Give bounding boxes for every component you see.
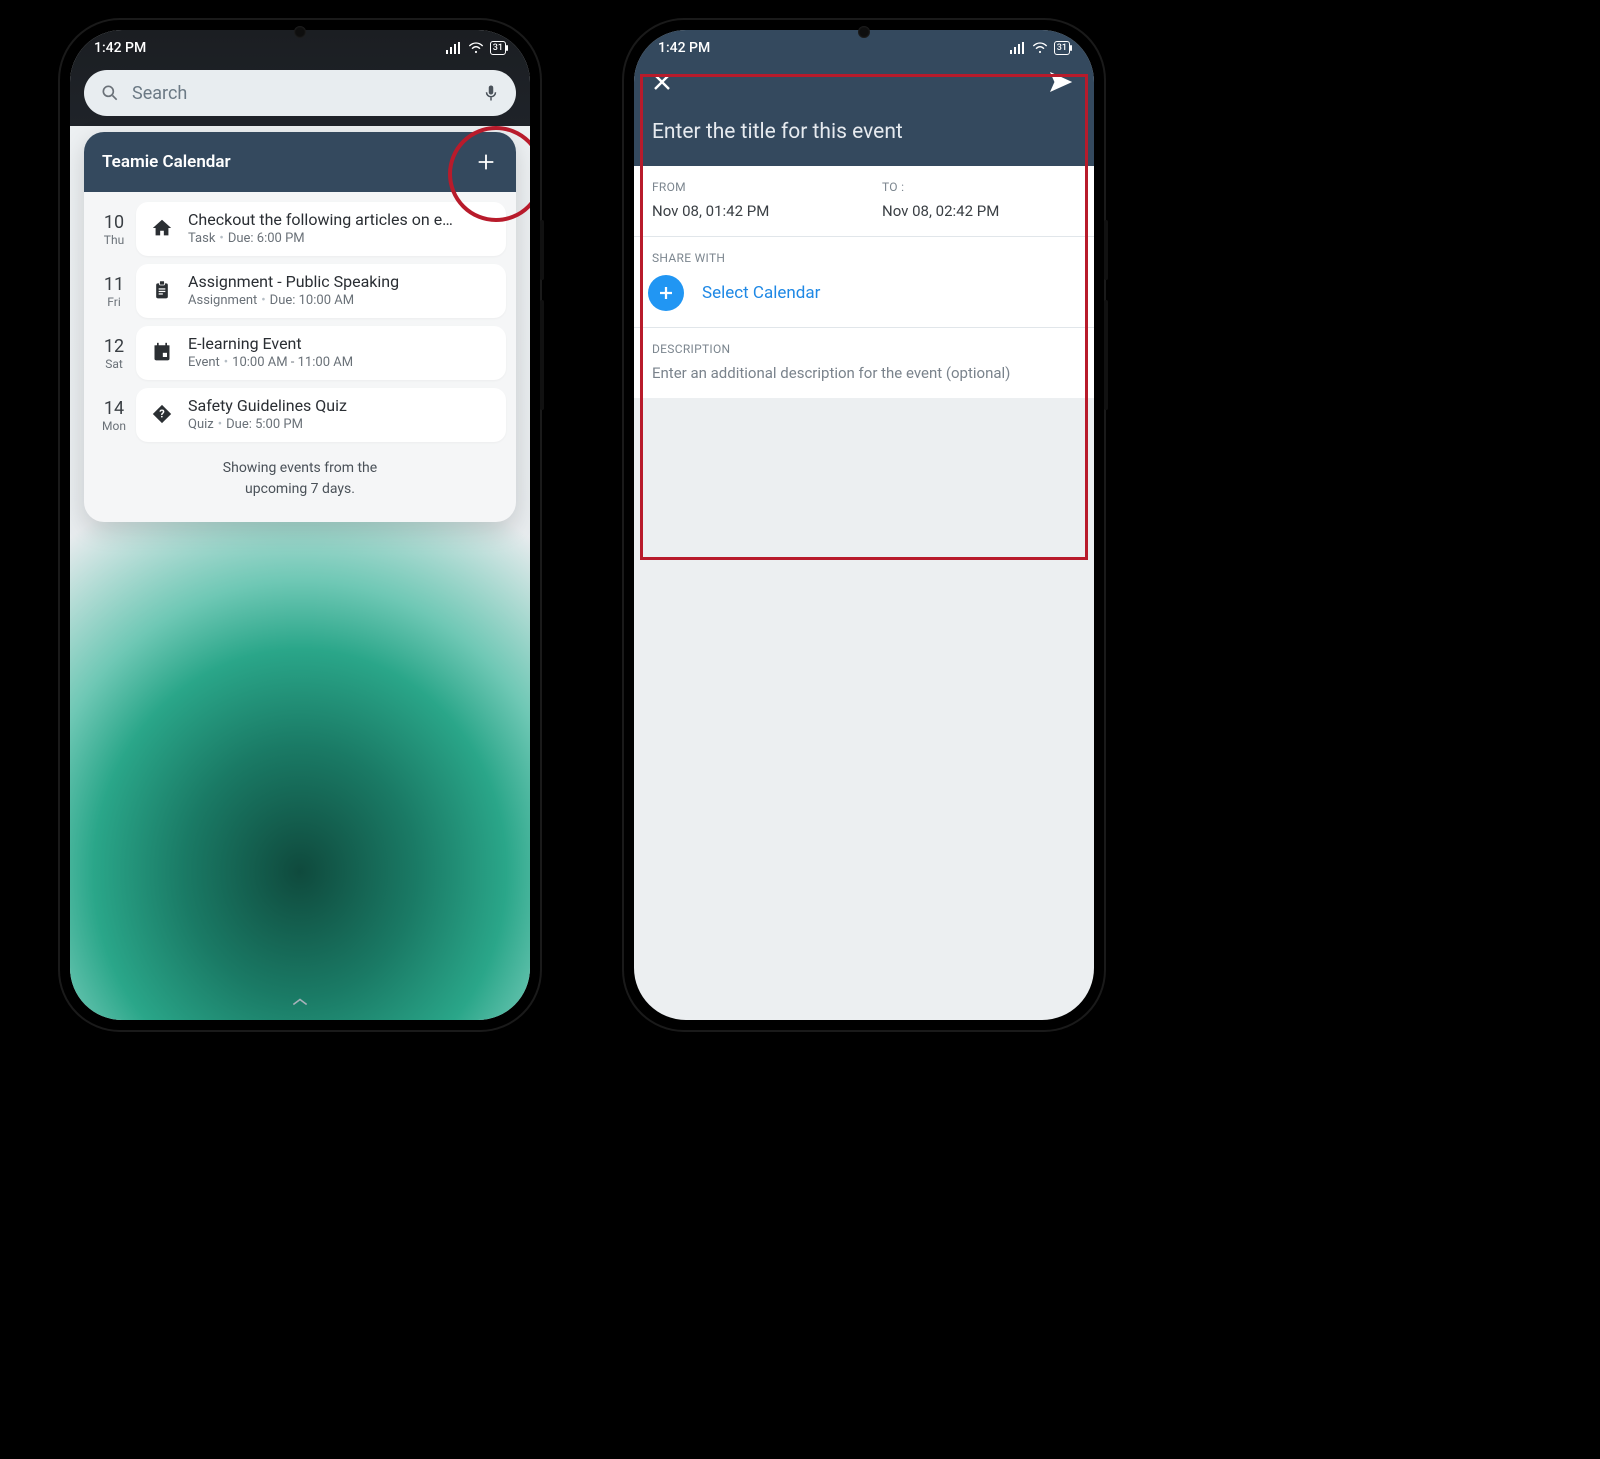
signal-icon bbox=[446, 42, 462, 54]
battery-icon: 31 bbox=[490, 41, 506, 55]
add-calendar-icon bbox=[648, 275, 684, 311]
mic-icon[interactable] bbox=[482, 82, 500, 104]
signal-icon bbox=[1010, 42, 1026, 54]
search-placeholder: Search bbox=[132, 83, 470, 104]
add-event-button[interactable] bbox=[474, 150, 498, 174]
event-title: Assignment - Public Speaking bbox=[188, 272, 492, 291]
event-title: Checkout the following articles on e… bbox=[188, 210, 492, 229]
event-meta: Task•Due: 6:00 PM bbox=[188, 231, 492, 246]
close-button[interactable] bbox=[650, 70, 674, 98]
event-meta: Assignment•Due: 10:00 AM bbox=[188, 293, 492, 308]
send-button[interactable] bbox=[1048, 70, 1074, 98]
share-with-section: SHARE WITH Select Calendar bbox=[634, 237, 1094, 328]
status-time: 1:42 PM bbox=[94, 40, 146, 56]
event-title: E-learning Event bbox=[188, 334, 492, 353]
widget-footer-note: Showing events from theupcoming 7 days. bbox=[84, 446, 516, 522]
search-icon bbox=[100, 83, 120, 103]
event-date: 10 Thu bbox=[92, 202, 136, 256]
wifi-icon bbox=[468, 42, 484, 54]
description-section: DESCRIPTION Enter an additional descript… bbox=[634, 328, 1094, 398]
event-row[interactable]: 11 Fri Assignment - Public Speaking Assi… bbox=[84, 260, 516, 322]
event-row[interactable]: 10 Thu Checkout the following articles o… bbox=[84, 192, 516, 260]
event-row[interactable]: 12 Sat E-learning Event Event•10:00 AM -… bbox=[84, 322, 516, 384]
battery-icon: 31 bbox=[1054, 41, 1070, 55]
quiz-icon: ? bbox=[148, 400, 176, 428]
from-time-field[interactable]: FROM Nov 08, 01:42 PM bbox=[634, 166, 864, 236]
event-title: Safety Guidelines Quiz bbox=[188, 396, 492, 415]
wifi-icon bbox=[1032, 42, 1048, 54]
svg-text:?: ? bbox=[159, 408, 165, 421]
time-section: FROM Nov 08, 01:42 PM TO : Nov 08, 02:42… bbox=[634, 166, 1094, 237]
calendar-widget: Teamie Calendar 10 Thu bbox=[84, 132, 516, 522]
search-bar[interactable]: Search bbox=[84, 70, 516, 116]
home-icon bbox=[148, 214, 176, 242]
status-time: 1:42 PM bbox=[658, 40, 710, 56]
event-title-input[interactable]: Enter the title for this event bbox=[634, 104, 1094, 166]
calendar-event-icon bbox=[148, 338, 176, 366]
to-time-field[interactable]: TO : Nov 08, 02:42 PM bbox=[864, 166, 1094, 236]
event-meta: Quiz•Due: 5:00 PM bbox=[188, 417, 492, 432]
event-meta: Event•10:00 AM - 11:00 AM bbox=[188, 355, 492, 370]
event-date: 12 Sat bbox=[92, 326, 136, 380]
select-calendar-button[interactable]: Select Calendar bbox=[634, 269, 1094, 327]
nav-handle-icon[interactable] bbox=[70, 993, 530, 1012]
widget-title: Teamie Calendar bbox=[102, 152, 231, 172]
description-input[interactable]: Enter an additional description for the … bbox=[652, 364, 1076, 382]
event-date: 11 Fri bbox=[92, 264, 136, 318]
widget-header: Teamie Calendar bbox=[84, 132, 516, 192]
event-date: 14 Mon bbox=[92, 388, 136, 442]
event-row[interactable]: 14 Mon ? Safety Guidelines Quiz Quiz•Due… bbox=[84, 384, 516, 446]
clipboard-icon bbox=[148, 276, 176, 304]
event-create-screen: 1:42 PM 31 bbox=[634, 30, 1094, 1020]
